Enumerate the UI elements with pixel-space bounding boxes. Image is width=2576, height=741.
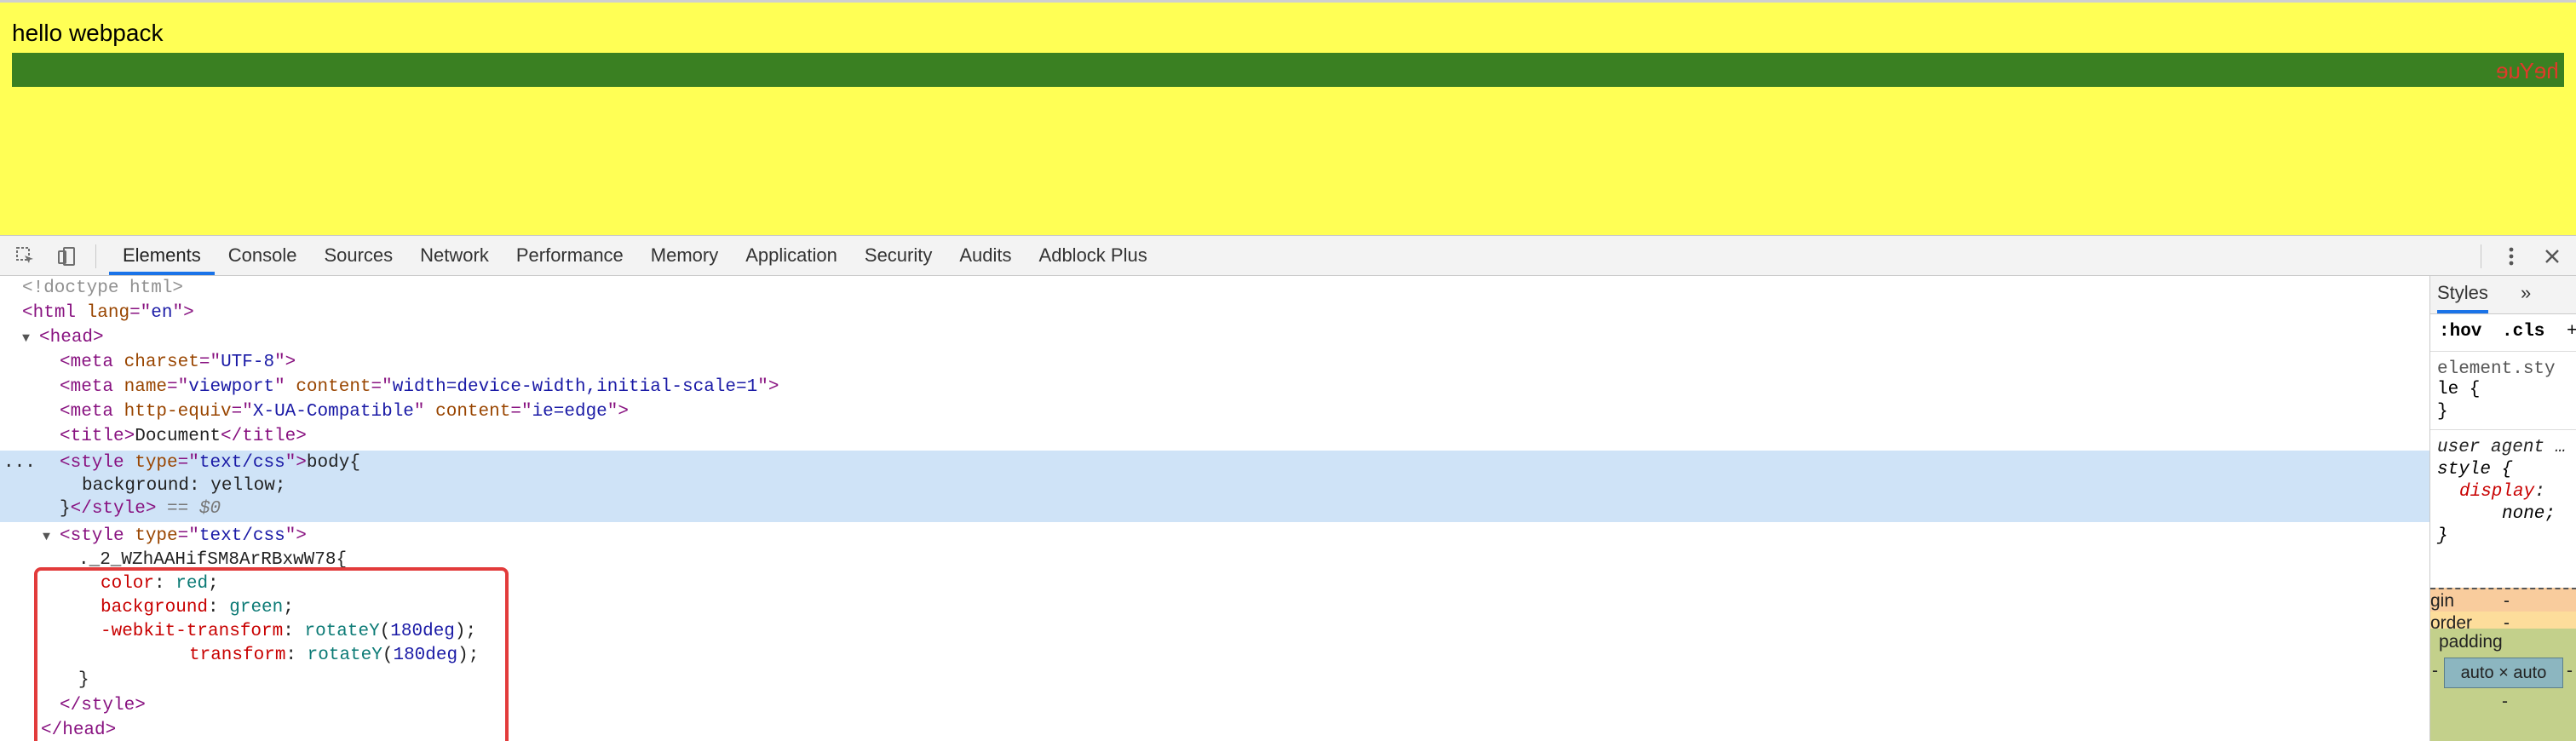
head-tag: head <box>49 328 94 348</box>
attr-name: content <box>296 377 371 397</box>
style1-node-open[interactable]: <style type="text/css">body{ <box>60 451 360 475</box>
close-icon[interactable] <box>2540 244 2564 268</box>
html-attr-name: lang <box>86 303 130 323</box>
html-node[interactable]: <html lang="en"> <box>22 301 194 325</box>
box-content-right-value[interactable]: - <box>2567 661 2573 681</box>
ua-decl-value: none; <box>2502 504 2556 524</box>
attr-value: text/css <box>198 526 285 546</box>
toolbar-separator <box>95 244 96 268</box>
device-toolbar-icon[interactable] <box>55 244 78 268</box>
html-tag: html <box>32 303 77 323</box>
ua-rule-origin: user agent … <box>2437 438 2567 457</box>
new-rule-button[interactable]: + <box>2567 322 2576 342</box>
tab-styles[interactable]: Styles <box>2437 276 2488 313</box>
ua-decl-prop-text: display <box>2459 482 2535 502</box>
style1-node-close[interactable]: }</style> == $0 <box>60 497 221 521</box>
box-padding-label: padding <box>2439 632 2503 652</box>
doctype-text: <!doctype html> <box>22 279 184 298</box>
css-value: yellow <box>210 476 275 496</box>
tab-application[interactable]: Application <box>732 236 851 275</box>
cls-toggle[interactable]: .cls <box>2502 322 2544 342</box>
html-attr-value: en <box>151 303 173 323</box>
attr-name: name <box>124 377 168 397</box>
styles-sidebar: Styles » :hov .cls + element.sty le { } … <box>2429 276 2576 741</box>
ua-rule-close: } <box>2437 526 2448 546</box>
annotation-highlight-box <box>34 567 509 741</box>
meta-viewport-node[interactable]: <meta name="viewport" content="width=dev… <box>60 375 779 399</box>
attr-value: viewport <box>188 377 275 397</box>
tab-security[interactable]: Security <box>851 236 946 275</box>
head-node[interactable]: ▼ <head> <box>22 325 104 350</box>
meta-charset-node[interactable]: <meta charset="UTF-8"> <box>60 350 296 375</box>
flipped-element: heYue <box>12 53 2564 87</box>
tab-memory[interactable]: Memory <box>637 236 732 275</box>
tab-audits[interactable]: Audits <box>946 236 1025 275</box>
attr-name: http-equiv <box>124 402 232 422</box>
css-prop: background <box>82 476 190 496</box>
style1-css-line1: body{ <box>306 453 360 473</box>
doctype-node[interactable]: <!doctype html> <box>22 276 183 301</box>
box-margin-label: gin <box>2430 591 2455 611</box>
devtools-panel: Elements Console Sources Network Perform… <box>0 235 2576 741</box>
attr-name: content <box>435 402 511 422</box>
attr-value: X-UA-Compatible <box>252 402 414 422</box>
styles-filter-bar: :hov .cls + <box>2430 313 2576 352</box>
ua-decl-prop: display: <box>2459 482 2545 502</box>
kebab-menu-icon[interactable] <box>2499 244 2523 268</box>
devtools-toolbar: Elements Console Sources Network Perform… <box>0 235 2576 276</box>
node-ellipsis-button[interactable]: ... <box>3 451 36 475</box>
expand-triangle-icon[interactable]: ▼ <box>22 326 39 351</box>
selected-node-highlight <box>0 451 2429 522</box>
attr-value: ie=edge <box>532 402 607 422</box>
ua-rule-open: style { <box>2437 460 2513 480</box>
tab-performance[interactable]: Performance <box>503 236 637 275</box>
devtools-tabs: Elements Console Sources Network Perform… <box>109 236 1161 277</box>
selected-marker: == $0 <box>167 499 221 519</box>
attr-value: text/css <box>198 453 285 473</box>
attr-name: charset <box>124 353 199 372</box>
box-border-value[interactable]: - <box>2504 613 2510 634</box>
title-text: Document <box>135 427 221 446</box>
tab-adblock-plus[interactable]: Adblock Plus <box>1026 236 1161 275</box>
element-style-selector: element.sty <box>2437 359 2556 379</box>
style1-css-line2[interactable]: background: yellow; <box>82 474 285 498</box>
attr-value: width=device-width,initial-scale=1 <box>392 377 758 397</box>
page-viewport: hello webpack heYue <box>0 0 2576 235</box>
elements-tree[interactable]: ... <!doctype html> <html lang="en"> ▼ <h… <box>0 276 2429 741</box>
flipped-text: heYue <box>2496 58 2559 83</box>
page-heading: hello webpack <box>12 20 164 46</box>
rule-separator <box>2430 429 2576 430</box>
box-border-label: order <box>2430 613 2473 633</box>
box-margin-value[interactable]: - <box>2504 591 2510 612</box>
tab-console[interactable]: Console <box>215 236 311 275</box>
tab-network[interactable]: Network <box>406 236 503 275</box>
box-padding-bottom-value[interactable]: - <box>2502 692 2508 712</box>
title-node[interactable]: <title>Document</title> <box>60 424 307 449</box>
element-style-close: } <box>2437 402 2448 422</box>
expand-triangle-icon[interactable]: ▼ <box>43 525 60 549</box>
tab-elements[interactable]: Elements <box>109 236 215 275</box>
element-style-open: le { <box>2437 380 2481 399</box>
inspect-element-icon[interactable] <box>14 244 37 268</box>
box-model-content[interactable]: auto × auto <box>2444 658 2563 688</box>
meta-xua-node[interactable]: <meta http-equiv="X-UA-Compatible" conte… <box>60 399 629 424</box>
tab-sources[interactable]: Sources <box>310 236 406 275</box>
hov-toggle[interactable]: :hov <box>2439 322 2481 342</box>
attr-value: UTF-8 <box>221 353 275 372</box>
sidebar-tabs: Styles » <box>2430 276 2576 314</box>
box-padding-left-value[interactable]: - <box>2432 661 2438 681</box>
style2-node-open[interactable]: ▼ <style type="text/css"> <box>43 524 307 549</box>
more-tabs-icon[interactable]: » <box>2521 276 2531 310</box>
